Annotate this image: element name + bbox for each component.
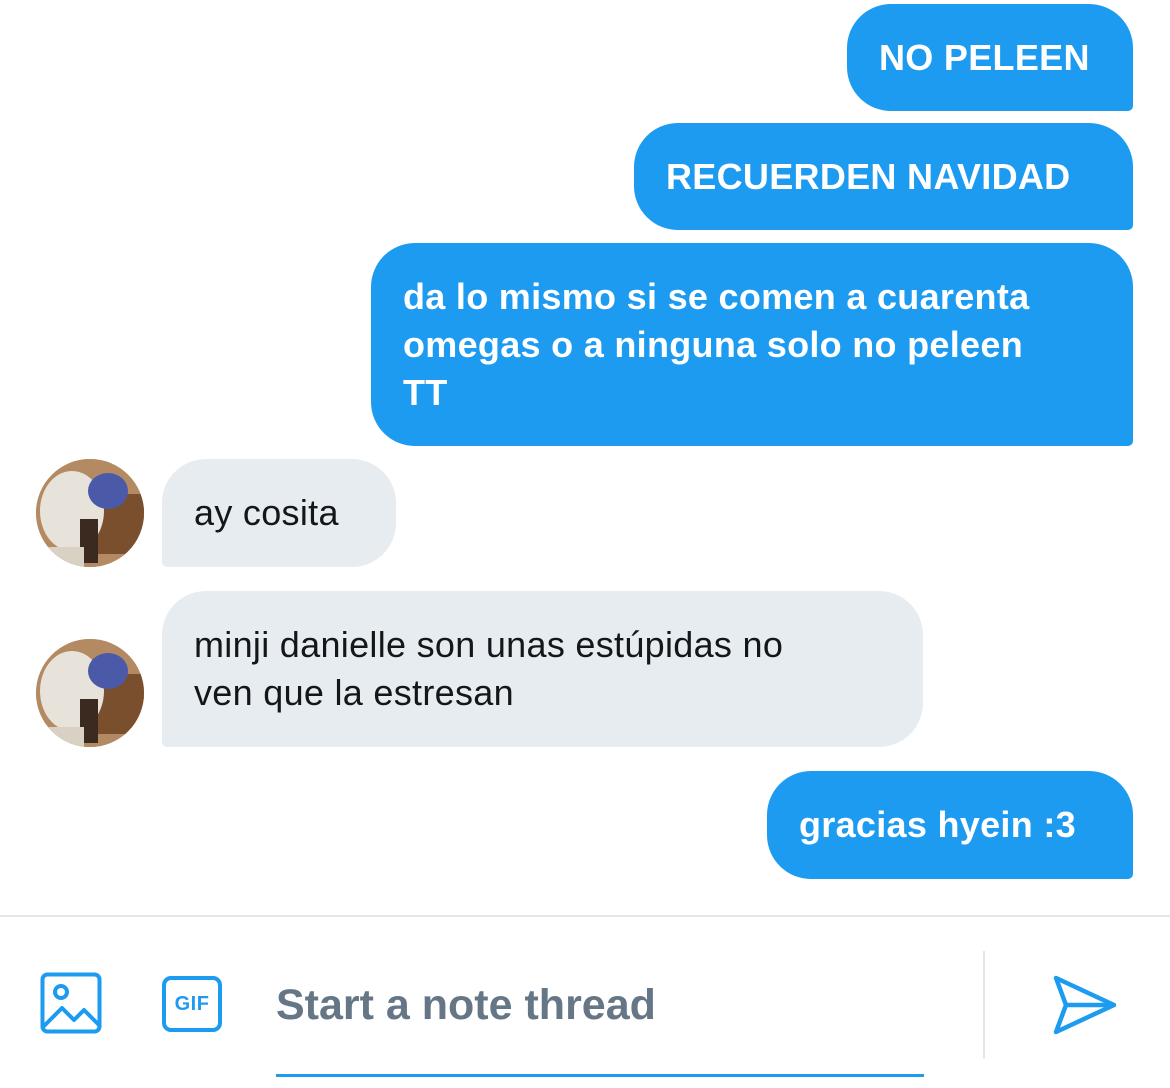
- avatar-photo: [36, 639, 144, 747]
- incoming-message-bubble[interactable]: minji danielle son unas estúpidas no ven…: [162, 591, 923, 747]
- note-input-wrapper: [276, 957, 924, 1079]
- sender-avatar[interactable]: [36, 639, 144, 747]
- outgoing-message-bubble[interactable]: da lo mismo si se comen a cuarenta omega…: [371, 243, 1133, 446]
- avatar-photo: [36, 459, 144, 567]
- image-icon: [40, 972, 102, 1034]
- sender-avatar[interactable]: [36, 459, 144, 567]
- outgoing-message-bubble[interactable]: NO PELEEN: [847, 4, 1133, 111]
- incoming-message-bubble[interactable]: ay cosita: [162, 459, 396, 567]
- outgoing-message-bubble[interactable]: RECUERDEN NAVIDAD: [634, 123, 1133, 230]
- message-thread[interactable]: NO PELEEN RECUERDEN NAVIDAD da lo mismo …: [0, 0, 1170, 915]
- send-icon: [1053, 975, 1117, 1035]
- gif-icon: GIF: [162, 976, 222, 1032]
- outgoing-message-bubble[interactable]: gracias hyein :3: [767, 771, 1133, 879]
- message-composer: GIF: [0, 915, 1170, 1088]
- dm-conversation-screen: NO PELEEN RECUERDEN NAVIDAD da lo mismo …: [0, 0, 1170, 1088]
- send-button[interactable]: [1050, 972, 1120, 1038]
- add-gif-button[interactable]: GIF: [159, 973, 225, 1035]
- input-focus-underline: [276, 1074, 924, 1077]
- add-photo-button[interactable]: [40, 972, 102, 1034]
- note-thread-input[interactable]: [276, 961, 924, 1049]
- composer-divider: [983, 951, 985, 1059]
